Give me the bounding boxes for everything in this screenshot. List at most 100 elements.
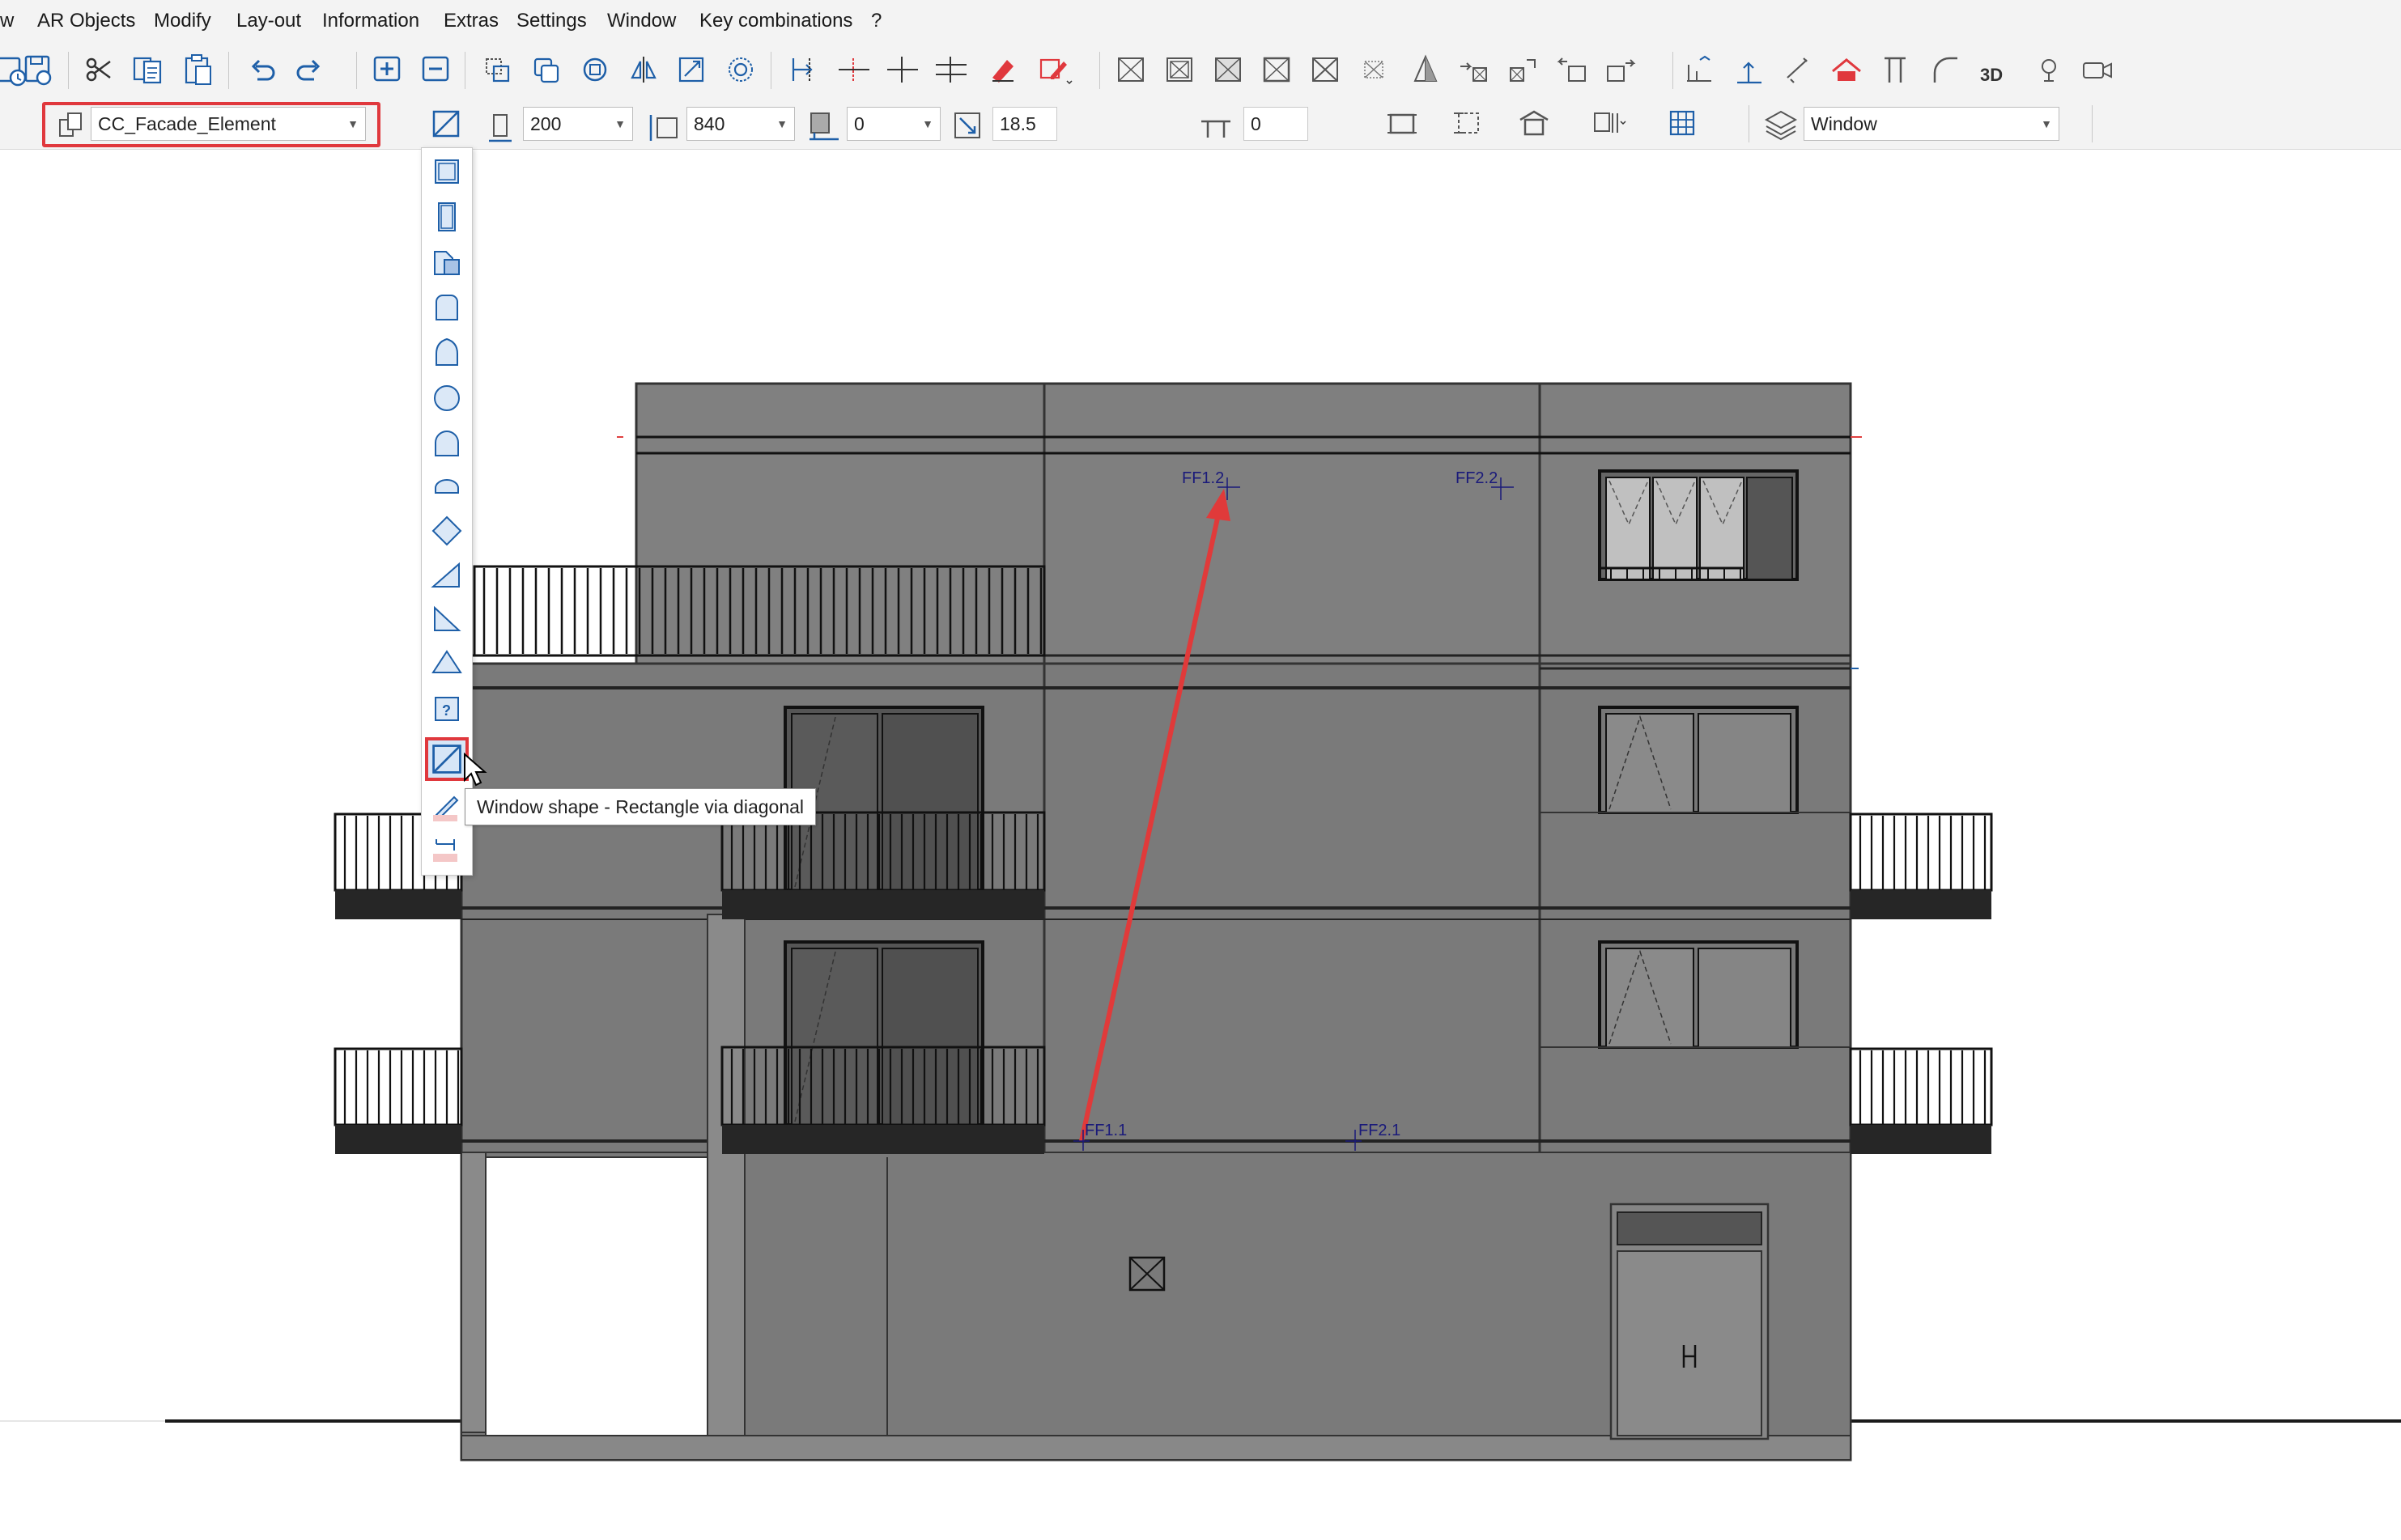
tooltip-text: Window shape - Rectangle via diagonal (477, 796, 805, 817)
shape-measure-icon[interactable] (430, 833, 464, 867)
snap-distance-icon[interactable] (785, 49, 822, 91)
shape-rectangle-diagonal-icon[interactable] (425, 737, 469, 781)
object-type-value: CC_Facade_Element (98, 113, 276, 134)
menu-item-extras[interactable]: Extras (444, 0, 499, 42)
group-icon[interactable] (722, 49, 759, 91)
options-icon[interactable] (1779, 49, 1817, 91)
width-field[interactable]: 200 ▼ (523, 107, 633, 141)
layer-icon (1763, 107, 1799, 142)
shape-round-arch-icon[interactable] (430, 426, 464, 460)
menu-item-key-combinations[interactable]: Key combinations (699, 0, 852, 42)
menu-item-ar-objects[interactable]: AR Objects (37, 0, 135, 42)
svg-text:?: ? (442, 702, 451, 719)
copy-window-icon-2[interactable] (1504, 49, 1541, 91)
ff21-label: FF2.1 (1358, 1122, 1401, 1139)
select-frame-icon[interactable] (479, 49, 516, 91)
mirror-icon[interactable] (625, 49, 662, 91)
offset-field[interactable]: 0 ▼ (847, 107, 941, 141)
paste-icon[interactable] (180, 49, 217, 91)
shape-rounded-icon[interactable] (430, 291, 464, 325)
roof-icon[interactable] (1828, 49, 1865, 91)
layer-value: Window (1811, 113, 1877, 134)
scale-icon[interactable] (674, 49, 711, 91)
menu-item-layout[interactable]: Lay-out (236, 0, 301, 42)
grid-settings-icon[interactable] (1664, 102, 1702, 144)
tool-settings-icon[interactable] (1590, 102, 1627, 144)
chevron-down-icon: ▼ (347, 117, 359, 130)
ff11-label: FF1.1 (1085, 1122, 1128, 1139)
sill-field[interactable]: 0 (1243, 107, 1308, 141)
snap-intersection-icon[interactable] (884, 49, 921, 91)
save-icon[interactable] (19, 49, 57, 91)
column-icon[interactable] (1876, 49, 1914, 91)
shape-rectangle-icon[interactable] (430, 155, 464, 189)
dimension-icon[interactable] (1681, 49, 1718, 91)
object-type-icon (55, 108, 87, 141)
mouse-cursor-icon (463, 752, 487, 788)
menu-item-help[interactable]: ? (871, 0, 882, 42)
shape-right-triangle-icon[interactable] (430, 558, 464, 592)
chevron-down-icon: ▼ (922, 117, 933, 130)
scale-field-icon (950, 108, 986, 144)
select-copy-icon[interactable] (528, 49, 565, 91)
offset-value: 0 (854, 113, 865, 134)
chevron-down-icon: ▼ (2041, 117, 2052, 130)
window-cross-icon-5[interactable] (1307, 49, 1344, 91)
window-shape-rectangle-diagonal-icon[interactable] (427, 102, 465, 144)
window-cross-icon-6[interactable] (1355, 49, 1392, 91)
width-icon (482, 108, 518, 144)
zoom-out-icon[interactable] (418, 49, 455, 91)
height-icon (646, 108, 682, 144)
scale-field[interactable]: 18.5 (992, 107, 1057, 141)
eraser-icon[interactable] (984, 49, 1022, 91)
copy-window-icon-3[interactable] (1553, 49, 1590, 91)
window-cross-icon-4[interactable] (1258, 49, 1295, 91)
shape-left-triangle-icon[interactable] (430, 601, 464, 635)
menu-item-view[interactable]: w (0, 0, 14, 42)
zoom-in-icon[interactable] (369, 49, 406, 91)
shape-box-icon[interactable] (430, 245, 464, 279)
shape-segment-arch-icon[interactable] (430, 469, 464, 503)
drawing-canvas[interactable]: FF1.2 FF2.2 FF1.1 FF2.1 (0, 149, 2401, 1536)
layer-select[interactable]: Window ▼ (1804, 107, 2059, 141)
snap-perpendicular-icon[interactable] (835, 49, 873, 91)
menu-item-information[interactable]: Information (322, 0, 419, 42)
ff22-label: FF2.2 (1455, 469, 1498, 487)
cut-icon[interactable] (81, 49, 118, 91)
menu-item-settings[interactable]: Settings (516, 0, 587, 42)
object-type-select[interactable]: CC_Facade_Element ▼ (91, 107, 366, 141)
light-icon[interactable] (2030, 49, 2067, 91)
snap-parallel-icon[interactable] (933, 49, 970, 91)
building-settings-icon[interactable] (1515, 102, 1553, 144)
shape-diamond-icon[interactable] (430, 514, 464, 548)
anchor-settings-icon[interactable] (1451, 102, 1488, 144)
copy-icon[interactable] (130, 49, 167, 91)
menu-item-window[interactable]: Window (607, 0, 676, 42)
rotate-icon[interactable] (576, 49, 614, 91)
pencil-options-icon[interactable] (1036, 49, 1073, 91)
menu-item-modify[interactable]: Modify (154, 0, 211, 42)
redo-icon[interactable] (290, 49, 327, 91)
shape-custom-icon[interactable]: ? (430, 692, 464, 726)
shape-tall-rectangle-icon[interactable] (430, 200, 464, 234)
elevation-icon[interactable] (1731, 49, 1768, 91)
window-cross-icon-1[interactable] (1112, 49, 1150, 91)
shape-pointed-arch-icon[interactable] (430, 336, 464, 370)
height-field[interactable]: 840 ▼ (686, 107, 795, 141)
camera-icon[interactable] (2079, 49, 2116, 91)
3d-view-icon[interactable]: 3D (1977, 49, 2014, 91)
pyramid-icon[interactable] (1407, 49, 1444, 91)
window-cross-icon-2[interactable] (1161, 49, 1198, 91)
copy-window-icon-1[interactable] (1455, 49, 1493, 91)
shape-circle-icon[interactable] (430, 381, 464, 415)
arc-icon[interactable] (1927, 49, 1964, 91)
undo-icon[interactable] (244, 49, 282, 91)
copy-window-icon-4[interactable] (1603, 49, 1640, 91)
window-settings-icon[interactable] (1384, 102, 1421, 144)
shape-triangle-icon[interactable] (430, 645, 464, 679)
window-cross-icon-3[interactable] (1209, 49, 1247, 91)
sill-value: 0 (1251, 113, 1261, 134)
ff12-label: FF1.2 (1182, 469, 1225, 487)
height-value: 840 (694, 113, 725, 134)
shape-pencil-icon[interactable] (430, 789, 464, 823)
